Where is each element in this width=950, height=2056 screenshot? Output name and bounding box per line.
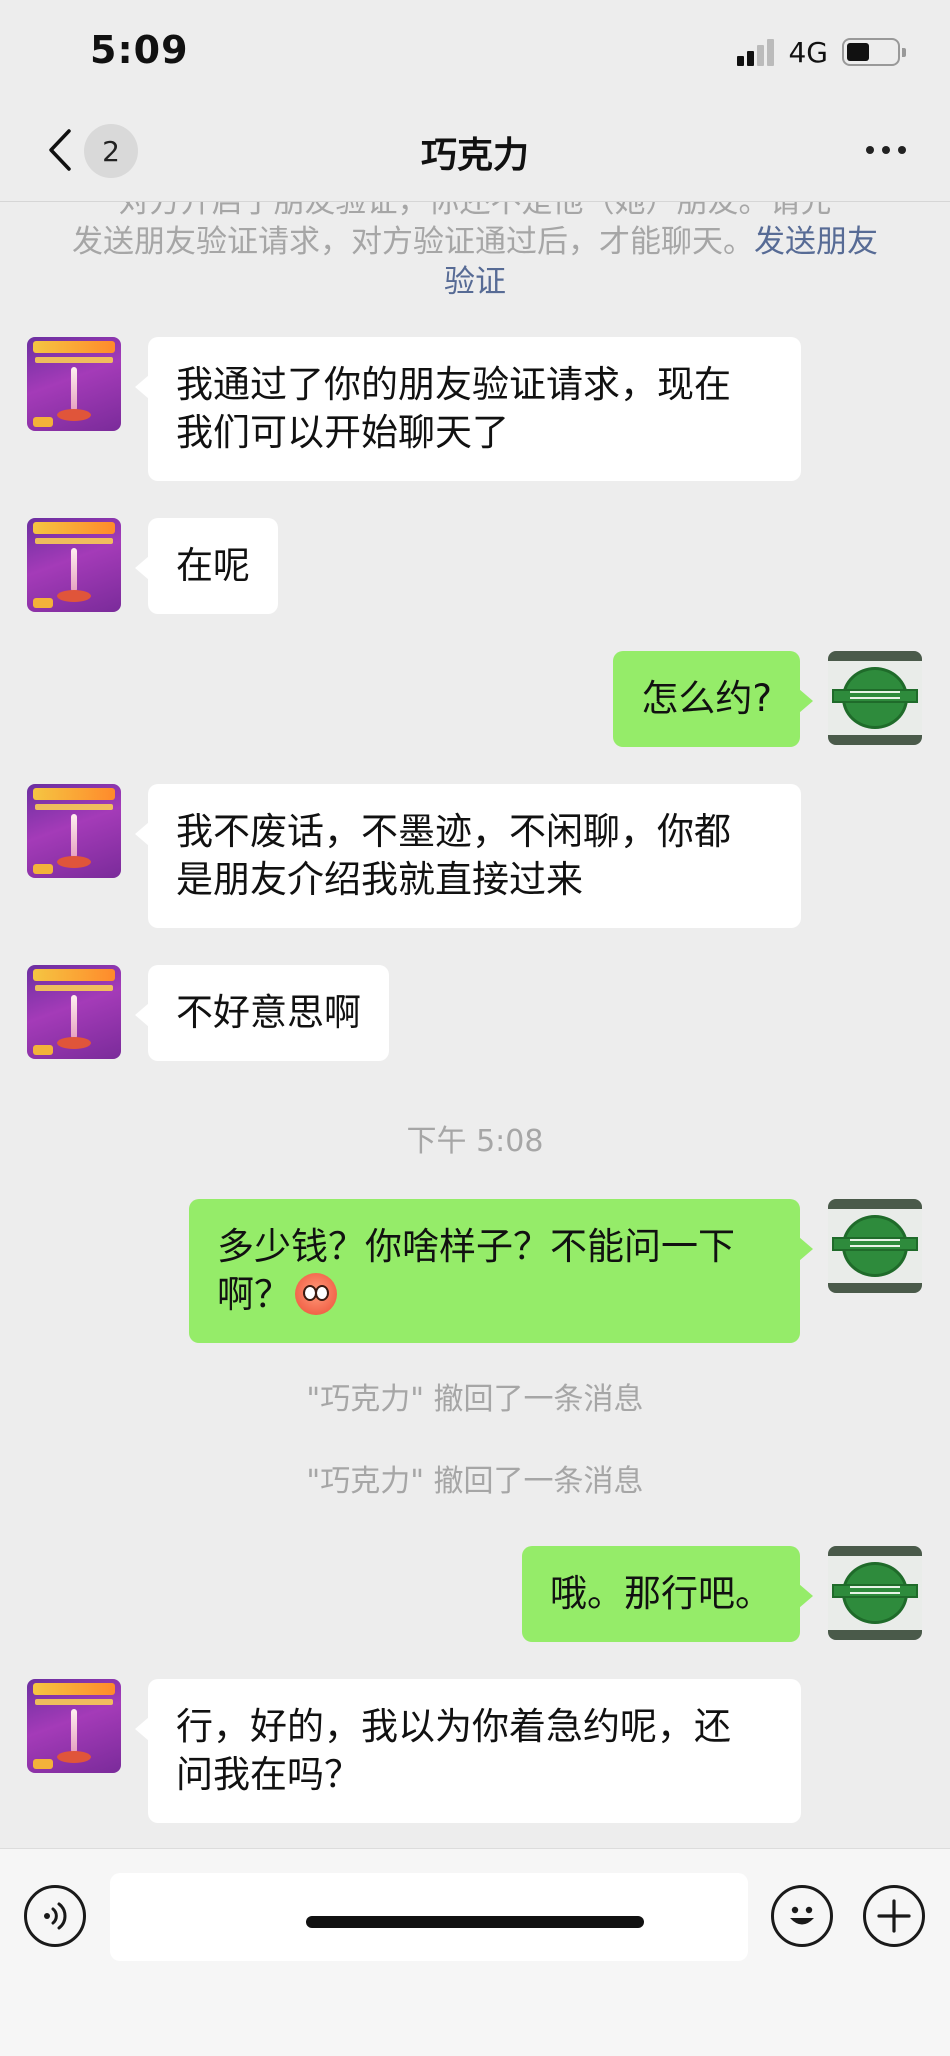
- message-text: 我不废话，不墨迹，不闲聊，你都: [176, 810, 731, 853]
- recall-notice: "巧克力" 撤回了一条消息: [306, 1464, 644, 1499]
- contact-avatar[interactable]: [27, 784, 121, 878]
- chat-title: 巧克力: [420, 135, 529, 176]
- network-type: 4G: [788, 35, 828, 69]
- emoji-button[interactable]: [771, 1885, 833, 1947]
- message-text: 问我在吗？: [176, 1753, 361, 1796]
- nav-bar: 2 巧克力: [0, 100, 950, 202]
- my-avatar[interactable]: [828, 1546, 922, 1640]
- message-text: 怎么约?: [641, 677, 772, 720]
- recall-notice: "巧克力" 撤回了一条消息: [306, 1382, 644, 1417]
- battery-icon: [842, 38, 906, 66]
- message-bubble-incoming[interactable]: 行，好的，我以为你着急约呢，还 问我在吗？: [135, 1679, 801, 1823]
- signal-icon: [737, 38, 775, 66]
- system-notice: 对方开启了朋友验证，你还不是他（她）朋友。请先 发送朋友验证请求，对方验证通过后…: [70, 202, 880, 302]
- voice-icon: [44, 1902, 67, 1930]
- status-bar: 5:09 4G: [0, 0, 950, 100]
- time-label: 下午 5:08: [406, 1124, 544, 1159]
- my-avatar[interactable]: [828, 651, 922, 745]
- plus-button[interactable]: [863, 1885, 925, 1947]
- message-text: 我通过了你的朋友验证请求，现在: [176, 363, 731, 406]
- message-text: 行，好的，我以为你着急约呢，还: [176, 1705, 731, 1748]
- system-notice-clipped-line: 对方开启了朋友验证，你还不是他（她）朋友。请先: [118, 202, 832, 220]
- emoji-icon: [790, 1906, 814, 1925]
- status-time: 5:09: [90, 28, 189, 72]
- system-notice-text: 发送朋友验证请求，对方验证通过后，才能聊天。: [72, 224, 754, 260]
- message-text: 在呢: [176, 544, 250, 587]
- message-bubble-incoming[interactable]: 我通过了你的朋友验证请求，现在 我们可以开始聊天了: [135, 337, 801, 481]
- input-bar: [0, 1848, 950, 2056]
- message-bubble-outgoing[interactable]: 多少钱？你啥样子？不能问一下 啊？: [189, 1199, 813, 1343]
- plus-icon: [877, 1899, 911, 1933]
- chat-area[interactable]: 对方开启了朋友验证，你还不是他（她）朋友。请先 发送朋友验证请求，对方验证通过后…: [0, 202, 950, 1848]
- message-text: 我们可以开始聊天了: [176, 411, 509, 454]
- message-text: 啊？: [217, 1273, 291, 1316]
- contact-avatar[interactable]: [27, 1679, 121, 1773]
- my-avatar[interactable]: [828, 1199, 922, 1293]
- message-bubble-outgoing[interactable]: 怎么约?: [613, 651, 813, 747]
- message-text: 不好意思啊: [176, 991, 361, 1034]
- home-indicator: [306, 1916, 644, 1928]
- more-button[interactable]: [856, 130, 916, 170]
- message-text: 多少钱？你啥样子？不能问一下: [217, 1225, 735, 1268]
- contact-avatar[interactable]: [27, 337, 121, 431]
- message-bubble-incoming[interactable]: 在呢: [135, 518, 278, 614]
- contact-avatar[interactable]: [27, 965, 121, 1059]
- flushed-face-emoji-icon: [295, 1273, 337, 1315]
- message-bubble-incoming[interactable]: 我不废话，不墨迹，不闲聊，你都 是朋友介绍我就直接过来: [135, 784, 801, 928]
- message-bubble-incoming[interactable]: 不好意思啊: [135, 965, 389, 1061]
- message-bubble-outgoing[interactable]: 哦。那行吧。: [522, 1546, 813, 1642]
- voice-button[interactable]: [24, 1885, 86, 1947]
- message-text: 是朋友介绍我就直接过来: [176, 858, 583, 901]
- more-icon: [866, 146, 874, 154]
- contact-avatar[interactable]: [27, 518, 121, 612]
- message-text: 哦。那行吧。: [550, 1572, 772, 1615]
- status-indicators: 4G: [737, 34, 906, 70]
